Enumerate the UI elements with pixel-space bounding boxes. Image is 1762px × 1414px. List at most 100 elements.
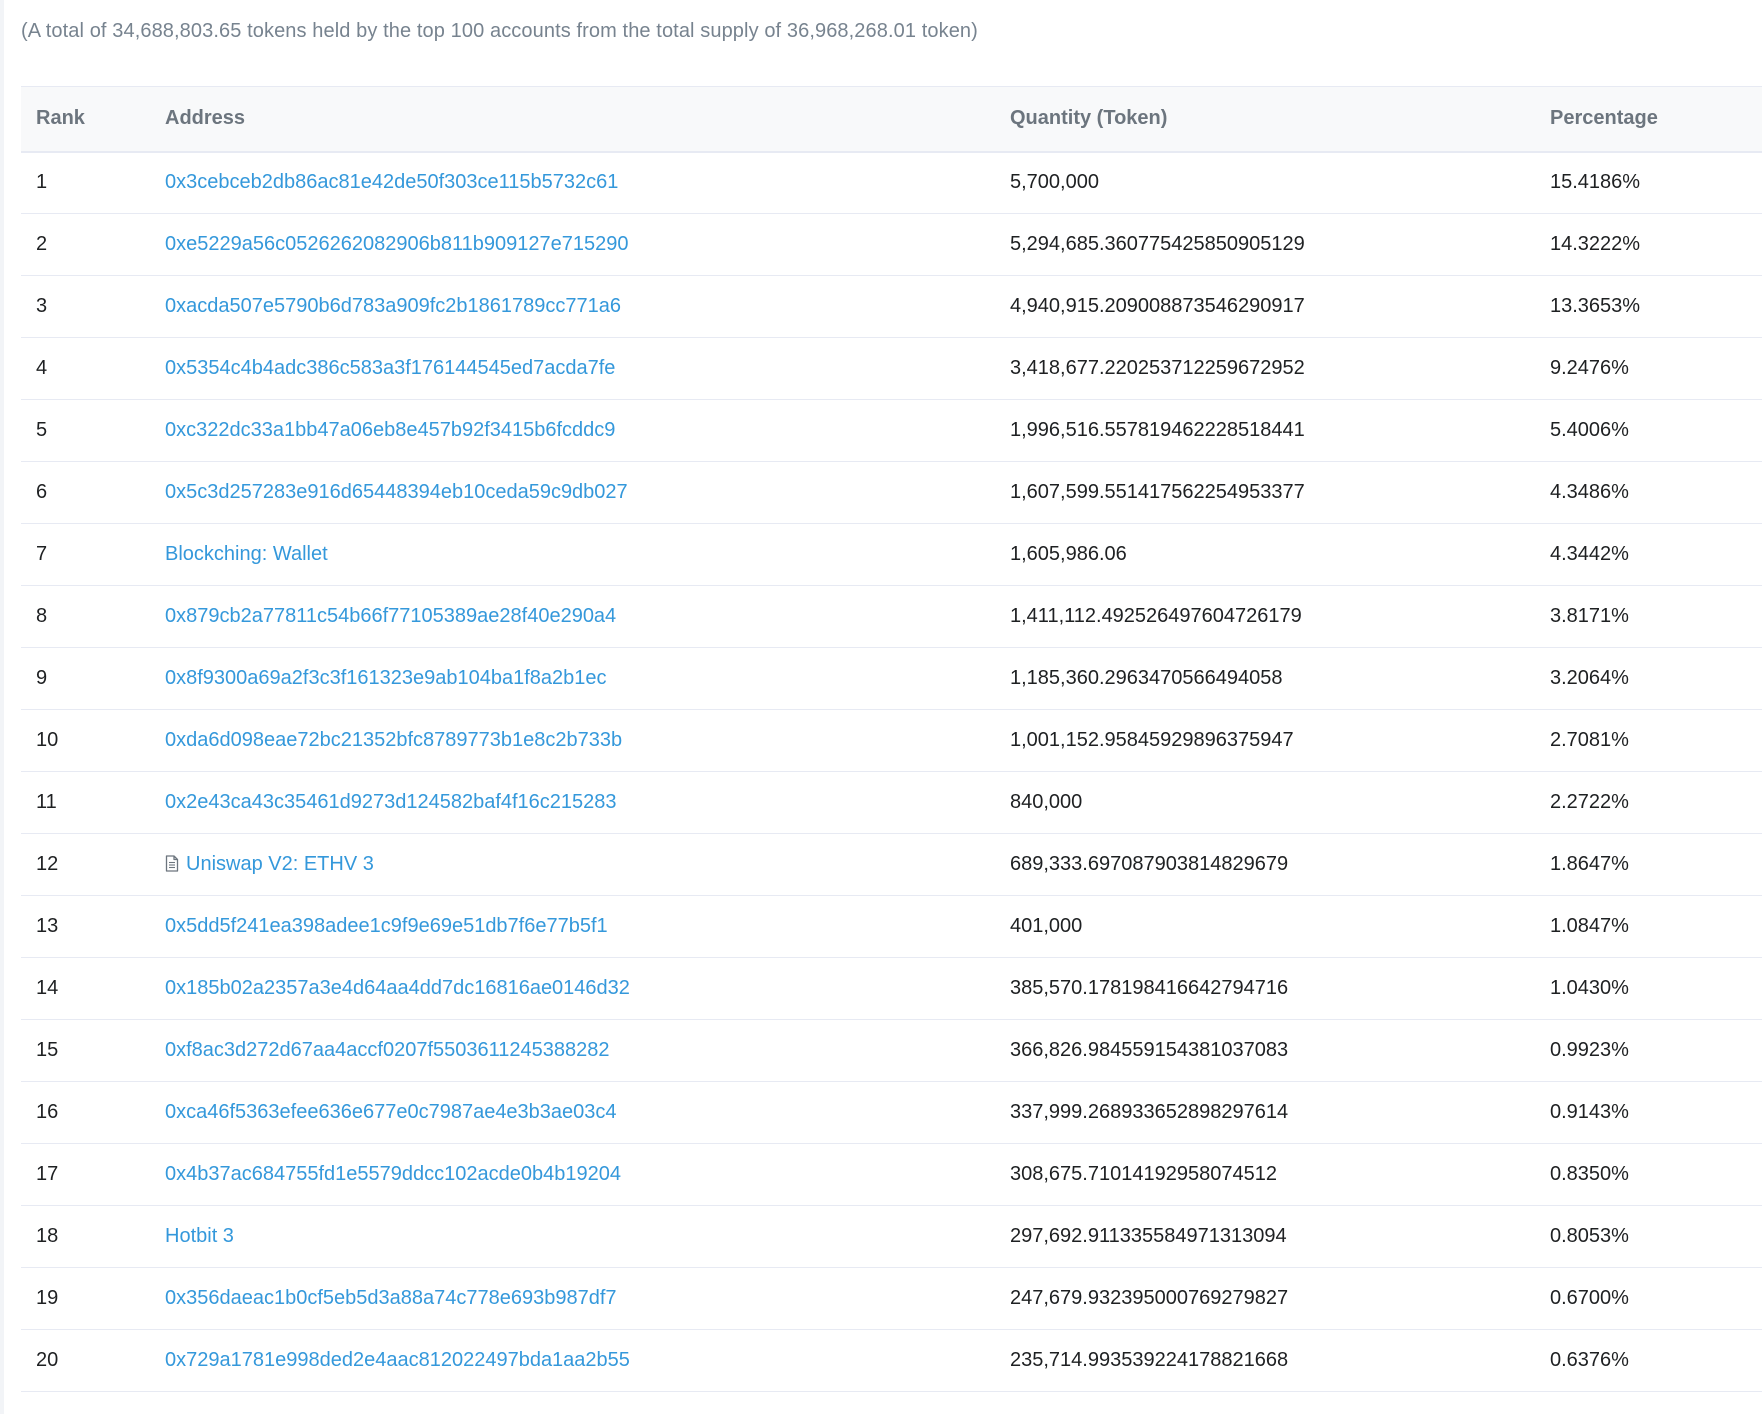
rank-cell: 13 bbox=[36, 915, 59, 937]
address-cell: 0x2e43ca43c35461d9273d124582baf4f16c2152… bbox=[150, 772, 995, 834]
percentage-cell: 0.6700% bbox=[1550, 1287, 1629, 1309]
address-cell: Blockching: Wallet bbox=[150, 524, 995, 586]
table-row: 2 0xe5229a56c0526262082906b811b909127e715… bbox=[21, 214, 1762, 276]
address-cell: 0x5dd5f241ea398adee1c9f9e69e51db7f6e77b5… bbox=[150, 896, 995, 958]
address-cell: 0xc322dc33a1bb47a06eb8e457b92f3415b6fcdd… bbox=[150, 400, 995, 462]
address-link[interactable]: 0x5354c4b4adc386c583a3f176144545ed7acda7… bbox=[165, 357, 615, 379]
percentage-cell: 0.8350% bbox=[1550, 1163, 1629, 1185]
percentage-cell: 0.9143% bbox=[1550, 1101, 1629, 1123]
percentage-cell: 1.0847% bbox=[1550, 915, 1629, 937]
address-cell: Hotbit 3 bbox=[150, 1206, 995, 1268]
address-link[interactable]: 0x729a1781e998ded2e4aac812022497bda1aa2b… bbox=[165, 1349, 630, 1371]
table-row: 19 0x356daeac1b0cf5eb5d3a88a74c778e693b98… bbox=[21, 1268, 1762, 1330]
quantity-cell: 1,185,360.2963470566494058 bbox=[1010, 667, 1283, 689]
address-link[interactable]: Hotbit 3 bbox=[165, 1225, 234, 1247]
address-cell: 0x729a1781e998ded2e4aac812022497bda1aa2b… bbox=[150, 1330, 995, 1392]
percentage-cell: 0.9923% bbox=[1550, 1039, 1629, 1061]
quantity-cell: 297,692.911335584971313094 bbox=[1010, 1225, 1287, 1247]
rank-cell: 1 bbox=[36, 171, 48, 194]
address-cell: 0xe5229a56c0526262082906b811b909127e7152… bbox=[150, 214, 995, 276]
rank-cell: 10 bbox=[36, 729, 59, 751]
rank-cell: 2 bbox=[36, 233, 48, 255]
column-header-quantity: Quantity (Token) bbox=[1010, 107, 1168, 130]
quantity-cell: 1,605,986.06 bbox=[1010, 543, 1127, 565]
address-cell: 0x5354c4b4adc386c583a3f176144545ed7acda7… bbox=[150, 338, 995, 400]
rank-cell: 6 bbox=[36, 481, 48, 503]
percentage-cell: 5.4006% bbox=[1550, 419, 1629, 441]
header-row: Rank Address Quantity (Token) Percentage bbox=[21, 86, 1762, 152]
holders-summary-text: (A total of 34,688,803.65 tokens held by… bbox=[21, 20, 978, 42]
rank-cell: 20 bbox=[36, 1349, 59, 1371]
rank-cell: 14 bbox=[36, 977, 59, 999]
rank-cell: 5 bbox=[36, 419, 48, 441]
column-header-percentage: Percentage bbox=[1550, 107, 1658, 130]
rank-cell: 17 bbox=[36, 1163, 59, 1185]
address-link[interactable]: 0xf8ac3d272d67aa4accf0207f55036112453882… bbox=[165, 1039, 610, 1061]
holders-table-body: 1 0x3cebceb2db86ac81e42de50f303ce115b5732… bbox=[21, 152, 1762, 1392]
address-link[interactable]: 0xc322dc33a1bb47a06eb8e457b92f3415b6fcdd… bbox=[165, 419, 615, 441]
quantity-cell: 1,607,599.551417562254953377 bbox=[1010, 481, 1305, 503]
quantity-cell: 366,826.984559154381037083 bbox=[1010, 1039, 1289, 1061]
table-row: 10 0xda6d098eae72bc21352bfc8789773b1e8c2b… bbox=[21, 710, 1762, 772]
quantity-cell: 1,996,516.557819462228518441 bbox=[1010, 419, 1305, 441]
quantity-cell: 308,675.71014192958074512 bbox=[1010, 1163, 1277, 1185]
table-row: 1 0x3cebceb2db86ac81e42de50f303ce115b5732… bbox=[21, 152, 1762, 214]
rank-cell: 18 bbox=[36, 1225, 59, 1247]
address-cell: 0x4b37ac684755fd1e5579ddcc102acde0b4b192… bbox=[150, 1144, 995, 1206]
column-header-address: Address bbox=[165, 107, 246, 130]
address-cell: Uniswap V2: ETHV 3 bbox=[150, 834, 995, 896]
address-link[interactable]: Blockching: Wallet bbox=[165, 543, 328, 565]
address-link[interactable]: 0x2e43ca43c35461d9273d124582baf4f16c2152… bbox=[165, 791, 617, 813]
address-link[interactable]: 0xda6d098eae72bc21352bfc8789773b1e8c2b73… bbox=[165, 729, 622, 751]
percentage-cell: 13.3653% bbox=[1550, 295, 1641, 317]
percentage-cell: 4.3486% bbox=[1550, 481, 1629, 503]
percentage-cell: 4.3442% bbox=[1550, 543, 1629, 565]
quantity-cell: 247,679.932395000769279827 bbox=[1010, 1287, 1289, 1309]
rank-cell: 4 bbox=[36, 357, 48, 379]
rank-cell: 11 bbox=[36, 791, 57, 813]
address-cell: 0x5c3d257283e916d65448394eb10ceda59c9db0… bbox=[150, 462, 995, 524]
address-link[interactable]: 0x185b02a2357a3e4d64aa4dd7dc16816ae0146d… bbox=[165, 977, 630, 999]
address-link[interactable]: 0xacda507e5790b6d783a909fc2b1861789cc771… bbox=[165, 295, 621, 317]
column-header-rank: Rank bbox=[36, 107, 85, 130]
rank-cell: 15 bbox=[36, 1039, 59, 1061]
percentage-cell: 14.3222% bbox=[1550, 233, 1641, 255]
table-row: 5 0xc322dc33a1bb47a06eb8e457b92f3415b6fcd… bbox=[21, 400, 1762, 462]
table-row: 12 Uniswap V2: ETHV 3 689,333.697087903814… bbox=[21, 834, 1762, 896]
address-link[interactable]: 0xca46f5363efee636e677e0c7987ae4e3b3ae03… bbox=[165, 1101, 617, 1123]
rank-cell: 9 bbox=[36, 667, 48, 689]
holders-table: Rank Address Quantity (Token) Percentage… bbox=[21, 86, 1762, 1392]
address-link[interactable]: 0x356daeac1b0cf5eb5d3a88a74c778e693b987d… bbox=[165, 1287, 617, 1309]
holders-table-header: Rank Address Quantity (Token) Percentage bbox=[21, 86, 1762, 152]
rank-cell: 8 bbox=[36, 605, 48, 627]
percentage-cell: 1.8647% bbox=[1550, 853, 1629, 875]
address-link[interactable]: 0x5dd5f241ea398adee1c9f9e69e51db7f6e77b5… bbox=[165, 915, 608, 937]
table-row: 8 0x879cb2a77811c54b66f77105389ae28f40e29… bbox=[21, 586, 1762, 648]
address-link[interactable]: 0x3cebceb2db86ac81e42de50f303ce115b5732c… bbox=[165, 171, 618, 193]
quantity-cell: 235,714.993539224178821668 bbox=[1010, 1349, 1289, 1371]
table-row: 15 0xf8ac3d272d67aa4accf0207f550361124538… bbox=[21, 1020, 1762, 1082]
address-cell: 0x185b02a2357a3e4d64aa4dd7dc16816ae0146d… bbox=[150, 958, 995, 1020]
percentage-cell: 3.8171% bbox=[1550, 605, 1629, 627]
address-cell: 0xacda507e5790b6d783a909fc2b1861789cc771… bbox=[150, 276, 995, 338]
quantity-cell: 5,700,000 bbox=[1010, 171, 1099, 194]
rank-cell: 3 bbox=[36, 295, 48, 317]
rank-cell: 16 bbox=[36, 1101, 59, 1123]
quantity-cell: 5,294,685.360775425850905129 bbox=[1010, 233, 1305, 255]
table-row: 9 0x8f9300a69a2f3c3f161323e9ab104ba1f8a2b… bbox=[21, 648, 1762, 710]
address-cell: 0x8f9300a69a2f3c3f161323e9ab104ba1f8a2b1… bbox=[150, 648, 995, 710]
left-border-strip bbox=[0, 0, 4, 1414]
table-row: 3 0xacda507e5790b6d783a909fc2b1861789cc77… bbox=[21, 276, 1762, 338]
address-link[interactable]: 0x4b37ac684755fd1e5579ddcc102acde0b4b192… bbox=[165, 1163, 621, 1185]
address-link[interactable]: 0x8f9300a69a2f3c3f161323e9ab104ba1f8a2b1… bbox=[165, 667, 607, 689]
percentage-cell: 3.2064% bbox=[1550, 667, 1629, 689]
address-link[interactable]: Uniswap V2: ETHV 3 bbox=[186, 853, 374, 875]
address-cell: 0x356daeac1b0cf5eb5d3a88a74c778e693b987d… bbox=[150, 1268, 995, 1330]
percentage-cell: 0.8053% bbox=[1550, 1225, 1629, 1247]
address-link[interactable]: 0x879cb2a77811c54b66f77105389ae28f40e290… bbox=[165, 605, 616, 627]
percentage-cell: 1.0430% bbox=[1550, 977, 1629, 999]
percentage-cell: 2.7081% bbox=[1550, 729, 1629, 751]
percentage-cell: 15.4186% bbox=[1550, 171, 1641, 194]
address-link[interactable]: 0xe5229a56c0526262082906b811b909127e7152… bbox=[165, 233, 628, 255]
address-link[interactable]: 0x5c3d257283e916d65448394eb10ceda59c9db0… bbox=[165, 481, 628, 503]
